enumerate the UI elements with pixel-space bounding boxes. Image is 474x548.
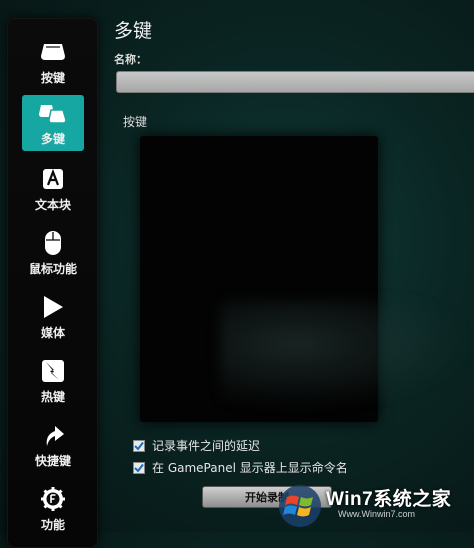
multikey-icon xyxy=(38,99,68,127)
shortcut-arrow-icon xyxy=(38,421,68,449)
watermark-url: Www.Winwin7.com xyxy=(338,509,416,519)
sidebar-item-label: 按键 xyxy=(40,71,65,85)
delay-checkbox[interactable] xyxy=(133,439,145,452)
sidebar-item-key[interactable]: 按键 xyxy=(22,34,84,90)
key-icon xyxy=(38,38,68,66)
sidebar-item-shortcut[interactable]: 快捷键 xyxy=(22,417,84,473)
sidebar-item-label: 鼠标功能 xyxy=(28,262,77,276)
watermark: Win7系统之家 Www.Winwin7.com xyxy=(278,478,474,532)
sidebar-item-label: 多键 xyxy=(40,132,65,146)
sidebar-item-label: 快捷键 xyxy=(34,454,71,468)
hotkey-icon xyxy=(38,357,68,385)
check-icon xyxy=(134,441,144,451)
gamepanel-checkbox[interactable] xyxy=(133,461,145,474)
sidebar-item-label: 热键 xyxy=(40,390,65,404)
keys-label: 按键 xyxy=(123,115,148,129)
name-input[interactable] xyxy=(116,71,474,93)
play-icon xyxy=(38,293,68,321)
text-block-icon xyxy=(38,165,68,193)
background-glow xyxy=(220,300,474,410)
watermark-text: Win7系统之家 xyxy=(326,489,452,510)
windows-logo-icon xyxy=(279,485,321,527)
sidebar-item-media[interactable]: 媒体 xyxy=(22,289,84,345)
sidebar-item-multikey[interactable]: 多键 xyxy=(22,95,84,151)
mouse-icon xyxy=(38,229,68,257)
check-icon xyxy=(134,463,144,473)
page-title: 多键 xyxy=(114,20,153,42)
option-delay-row[interactable]: 记录事件之间的延迟 xyxy=(133,437,260,454)
name-label: 名称： xyxy=(114,53,147,66)
sidebar-item-text-block[interactable]: 文本块 xyxy=(22,161,84,217)
gamepanel-option-label: 在 GamePanel 显示器上显示命令名 xyxy=(152,461,348,475)
sidebar-item-label: 功能 xyxy=(40,518,65,532)
sidebar-item-hotkey[interactable]: 热键 xyxy=(22,353,84,409)
delay-option-label: 记录事件之间的延迟 xyxy=(152,439,261,453)
function-icon xyxy=(38,485,68,513)
sidebar-item-label: 媒体 xyxy=(40,326,65,340)
sidebar: 按键 多键 文本块 鼠标功能 媒体 热键 快捷键 功能 xyxy=(7,18,98,548)
option-gamepanel-row[interactable]: 在 GamePanel 显示器上显示命令名 xyxy=(133,459,348,476)
sidebar-item-function[interactable]: 功能 xyxy=(22,481,84,537)
sidebar-item-label: 文本块 xyxy=(34,198,71,212)
sidebar-item-mouse[interactable]: 鼠标功能 xyxy=(22,225,84,281)
